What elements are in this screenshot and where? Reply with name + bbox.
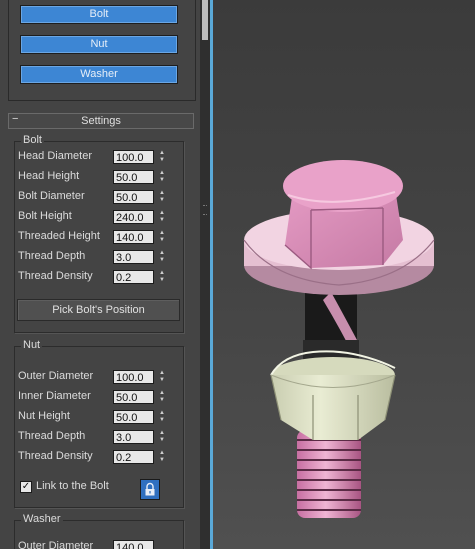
link-to-bolt-checkbox[interactable]: ✓ bbox=[20, 481, 32, 493]
spinner-down-icon[interactable]: ▼ bbox=[157, 157, 167, 164]
spinner-up-icon[interactable]: ▲ bbox=[157, 430, 167, 437]
washer-button[interactable]: Washer bbox=[20, 65, 178, 84]
head-height-input[interactable]: 50.0 bbox=[113, 170, 154, 184]
lock-button[interactable] bbox=[140, 479, 160, 500]
spinner-down-icon[interactable]: ▼ bbox=[157, 177, 167, 184]
command-panel: Bolt Nut Washer − Settings Bolt Head Dia… bbox=[0, 0, 200, 549]
nut-outer-diameter-input[interactable]: 100.0 bbox=[113, 370, 154, 384]
panel-scrollbar[interactable] bbox=[200, 0, 210, 549]
nut-thread-depth-label: Thread Depth bbox=[18, 430, 86, 442]
head-diameter-label: Head Diameter bbox=[18, 150, 92, 162]
nut-height-label: Nut Height bbox=[18, 410, 70, 422]
spinner-down-icon[interactable]: ▼ bbox=[157, 237, 167, 244]
spinner-up-icon[interactable]: ▲ bbox=[157, 370, 167, 377]
head-diameter-spinner[interactable]: ▲ ▼ bbox=[157, 150, 167, 164]
threaded-height-label: Threaded Height bbox=[18, 230, 100, 242]
nut-button[interactable]: Nut bbox=[20, 35, 178, 54]
nut-group-title: Nut bbox=[21, 339, 43, 351]
bolt-thread-density-input[interactable]: 0.2 bbox=[113, 270, 154, 284]
bolt-button[interactable]: Bolt bbox=[20, 5, 178, 24]
bolt-height-input[interactable]: 240.0 bbox=[113, 210, 154, 224]
spinner-up-icon[interactable]: ▲ bbox=[157, 190, 167, 197]
spinner-up-icon[interactable]: ▲ bbox=[157, 390, 167, 397]
spinner-up-icon[interactable]: ▲ bbox=[157, 150, 167, 157]
scrollbar-thumb[interactable] bbox=[202, 0, 208, 40]
nut-inner-diameter-spinner[interactable]: ▲ ▼ bbox=[157, 390, 167, 404]
washer-outer-diameter-input[interactable]: 140.0 bbox=[113, 540, 154, 549]
nut-outer-diameter-spinner[interactable]: ▲ ▼ bbox=[157, 370, 167, 384]
bolt-thread-depth-input[interactable]: 3.0 bbox=[113, 250, 154, 264]
spinner-down-icon[interactable]: ▼ bbox=[157, 437, 167, 444]
spinner-up-icon[interactable]: ▲ bbox=[157, 410, 167, 417]
spinner-up-icon[interactable]: ▲ bbox=[157, 230, 167, 237]
bolt-diameter-spinner[interactable]: ▲ ▼ bbox=[157, 190, 167, 204]
spinner-down-icon[interactable]: ▼ bbox=[157, 457, 167, 464]
nut-thread-density-input[interactable]: 0.2 bbox=[113, 450, 154, 464]
nut-thread-depth-spinner[interactable]: ▲ ▼ bbox=[157, 430, 167, 444]
spinner-up-icon[interactable]: ▲ bbox=[157, 450, 167, 457]
spinner-down-icon[interactable]: ▼ bbox=[157, 397, 167, 404]
washer-group-title: Washer bbox=[21, 513, 63, 525]
3d-viewport[interactable] bbox=[213, 0, 475, 549]
head-height-label: Head Height bbox=[18, 170, 80, 182]
washer-outer-diameter-label: Outer Diameter bbox=[18, 540, 94, 549]
bolt-thread-depth-label: Thread Depth bbox=[18, 250, 86, 262]
nut-thread-density-spinner[interactable]: ▲ ▼ bbox=[157, 450, 167, 464]
nut-height-spinner[interactable]: ▲ ▼ bbox=[157, 410, 167, 424]
bolt-diameter-label: Bolt Diameter bbox=[18, 190, 85, 202]
nut-inner-diameter-input[interactable]: 50.0 bbox=[113, 390, 154, 404]
bolt-nut-washer-model bbox=[243, 160, 435, 518]
nut-shape bbox=[270, 350, 396, 440]
link-to-bolt-label: Link to the Bolt bbox=[36, 480, 109, 492]
spinner-down-icon[interactable]: ▼ bbox=[157, 377, 167, 384]
nut-height-input[interactable]: 50.0 bbox=[113, 410, 154, 424]
head-height-spinner[interactable]: ▲ ▼ bbox=[157, 170, 167, 184]
bolt-thread-depth-spinner[interactable]: ▲ ▼ bbox=[157, 250, 167, 264]
spinner-up-icon[interactable]: ▲ bbox=[157, 250, 167, 257]
thread-coils bbox=[297, 430, 361, 518]
spinner-down-icon[interactable]: ▼ bbox=[157, 277, 167, 284]
spinner-down-icon[interactable]: ▼ bbox=[157, 217, 167, 224]
bolt-thread-density-label: Thread Density bbox=[18, 270, 93, 282]
pick-bolt-position-button[interactable]: Pick Bolt's Position bbox=[17, 299, 180, 321]
head-diameter-input[interactable]: 100.0 bbox=[113, 150, 154, 164]
nut-thread-density-label: Thread Density bbox=[18, 450, 93, 462]
spinner-down-icon[interactable]: ▼ bbox=[157, 197, 167, 204]
spinner-down-icon[interactable]: ▼ bbox=[157, 257, 167, 264]
bolt-head-shape bbox=[283, 160, 403, 270]
nut-thread-depth-input[interactable]: 3.0 bbox=[113, 430, 154, 444]
spinner-up-icon[interactable]: ▲ bbox=[157, 170, 167, 177]
settings-rollout-header[interactable]: − Settings bbox=[8, 113, 194, 129]
spinner-down-icon[interactable]: ▼ bbox=[157, 417, 167, 424]
threaded-height-spinner[interactable]: ▲ ▼ bbox=[157, 230, 167, 244]
bolt-group-title: Bolt bbox=[21, 134, 44, 146]
bolt-height-label: Bolt Height bbox=[18, 210, 72, 222]
bolt-height-spinner[interactable]: ▲ ▼ bbox=[157, 210, 167, 224]
bolt-thread-density-spinner[interactable]: ▲ ▼ bbox=[157, 270, 167, 284]
splitter-grip[interactable] bbox=[203, 205, 207, 215]
spinner-up-icon[interactable]: ▲ bbox=[157, 210, 167, 217]
nut-inner-diameter-label: Inner Diameter bbox=[18, 390, 91, 402]
object-buttons-group: Bolt Nut Washer bbox=[8, 0, 196, 101]
spinner-up-icon[interactable]: ▲ bbox=[157, 270, 167, 277]
settings-rollout-title: Settings bbox=[81, 115, 121, 127]
nut-outer-diameter-label: Outer Diameter bbox=[18, 370, 94, 382]
threaded-height-input[interactable]: 140.0 bbox=[113, 230, 154, 244]
lock-icon bbox=[145, 482, 155, 496]
bolt-diameter-input[interactable]: 50.0 bbox=[113, 190, 154, 204]
